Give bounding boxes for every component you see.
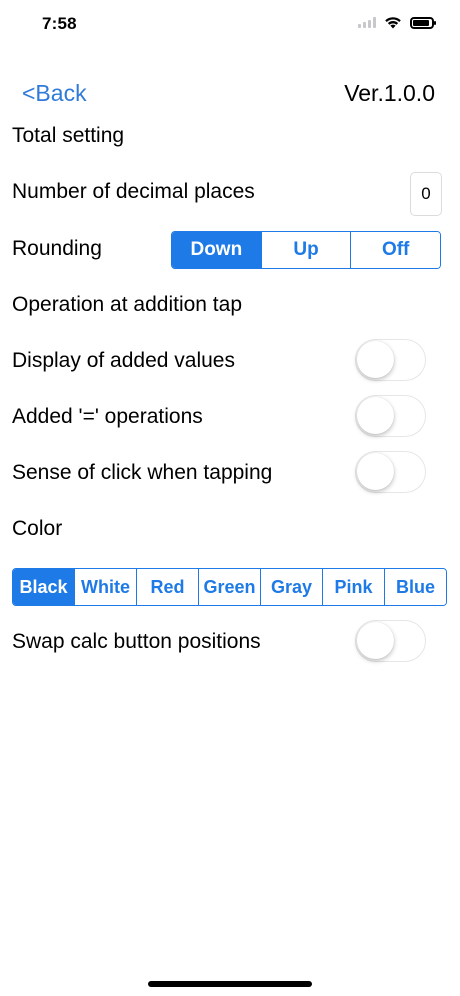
color-option-green[interactable]: Green xyxy=(199,569,261,605)
rounding-option-down[interactable]: Down xyxy=(172,232,262,268)
decimal-places-input[interactable]: 0 xyxy=(410,172,442,216)
color-option-gray[interactable]: Gray xyxy=(261,569,323,605)
swap-buttons-label: Swap calc button positions xyxy=(12,630,261,653)
version-label: Ver.1.0.0 xyxy=(344,80,435,106)
rounding-option-off[interactable]: Off xyxy=(351,232,440,268)
click-sense-label: Sense of click when tapping xyxy=(12,461,273,484)
color-heading: Color xyxy=(12,517,63,540)
color-option-white[interactable]: White xyxy=(75,569,137,605)
rounding-segmented-control: Down Up Off xyxy=(171,231,441,269)
toggle-knob xyxy=(357,453,394,490)
rounding-label: Rounding xyxy=(12,237,102,260)
color-segmented-control: Black White Red Green Gray Pink Blue xyxy=(12,568,447,606)
wifi-icon xyxy=(385,17,401,29)
swap-buttons-toggle[interactable] xyxy=(355,620,426,662)
home-indicator xyxy=(148,981,312,987)
decimal-places-label: Number of decimal places xyxy=(12,180,255,203)
color-option-black[interactable]: Black xyxy=(13,569,75,605)
rounding-option-up[interactable]: Up xyxy=(261,232,352,268)
display-added-toggle[interactable] xyxy=(355,339,426,381)
color-option-red[interactable]: Red xyxy=(137,569,199,605)
status-time: 7:58 xyxy=(42,14,77,33)
back-button[interactable]: <Back xyxy=(22,80,87,107)
battery-fill xyxy=(413,19,429,26)
total-setting-heading: Total setting xyxy=(12,124,125,147)
click-sense-toggle[interactable] xyxy=(355,451,426,493)
toggle-knob xyxy=(357,622,394,659)
toggle-knob xyxy=(357,341,394,378)
status-icons xyxy=(358,16,436,29)
color-option-pink[interactable]: Pink xyxy=(323,569,385,605)
cellular-signal-icon xyxy=(358,17,376,28)
added-equals-label: Added '=' operations xyxy=(12,405,203,428)
operation-heading: Operation at addition tap xyxy=(12,293,242,316)
toggle-knob xyxy=(357,397,394,434)
display-added-label: Display of added values xyxy=(12,349,235,372)
battery-icon xyxy=(410,16,436,29)
added-equals-toggle[interactable] xyxy=(355,395,426,437)
color-option-blue[interactable]: Blue xyxy=(385,569,446,605)
